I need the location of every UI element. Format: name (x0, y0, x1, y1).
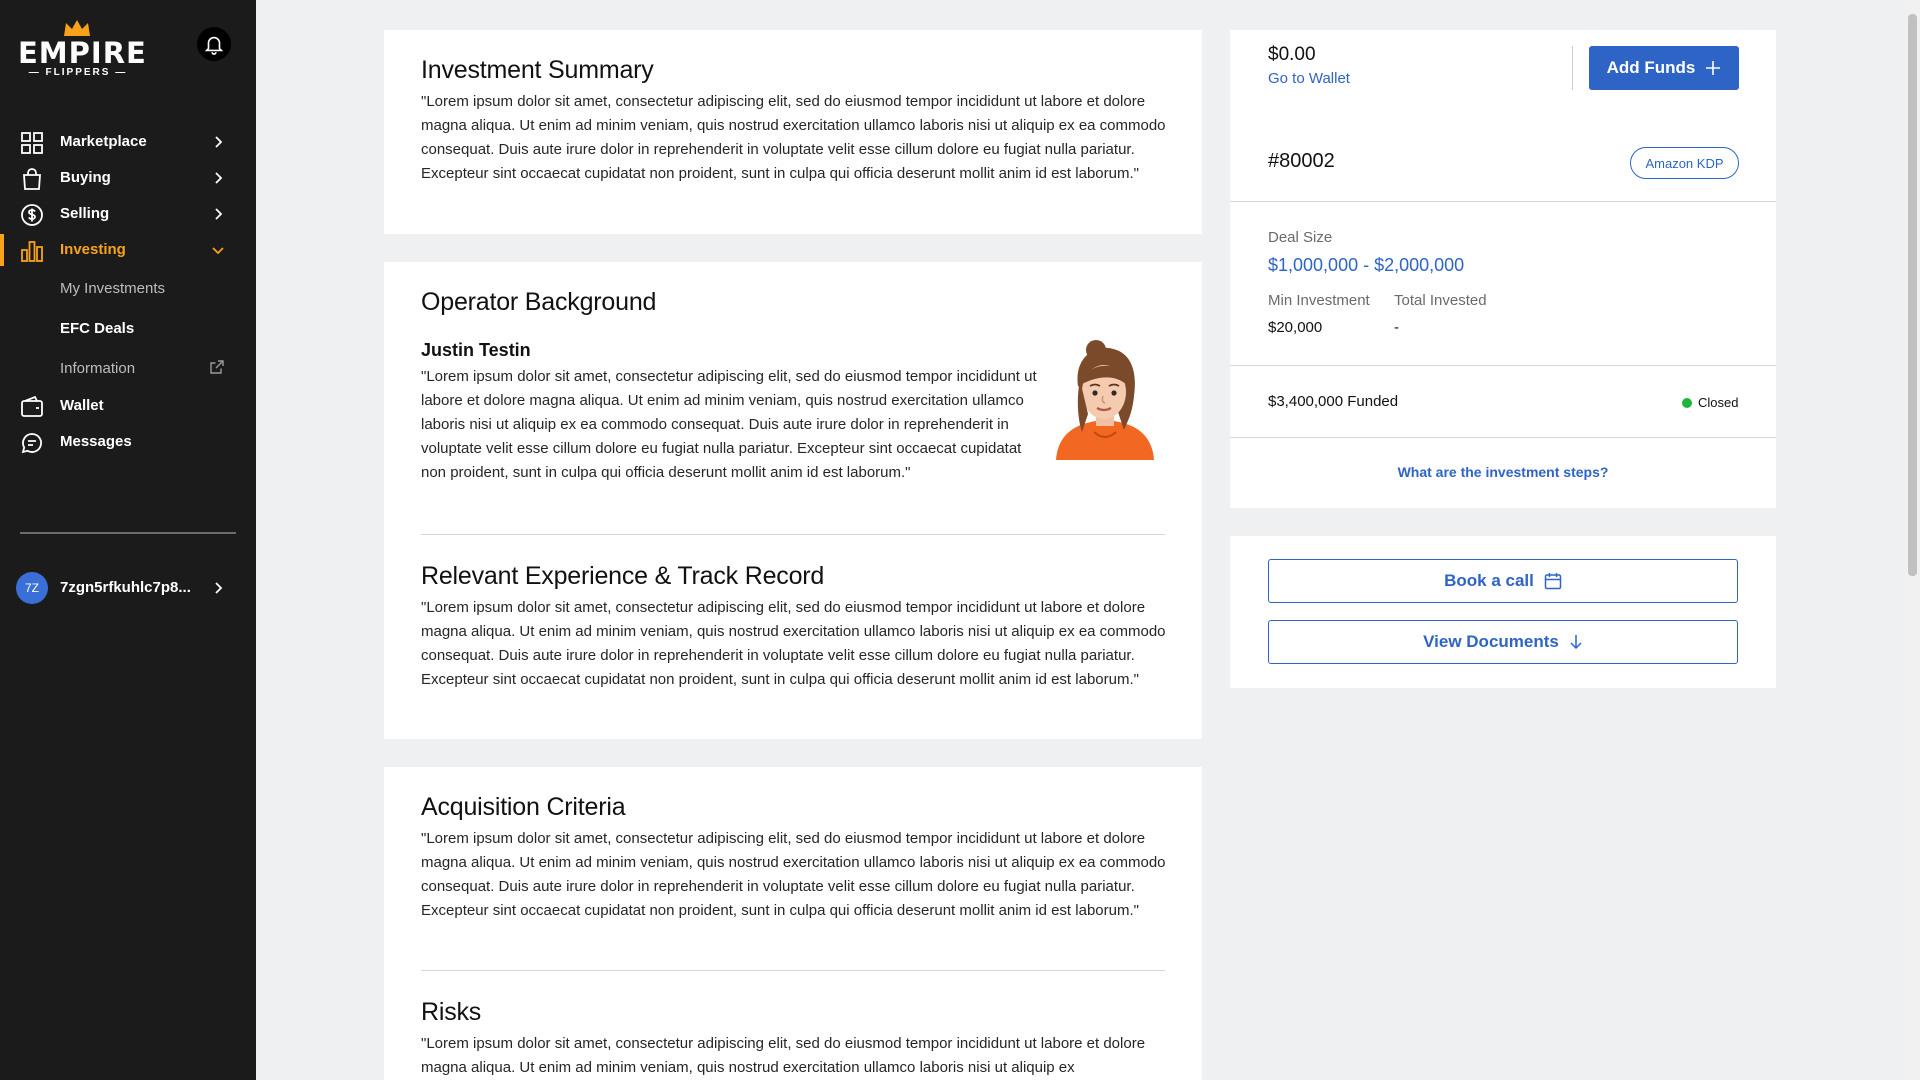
calendar-icon (1544, 573, 1562, 590)
status-dot-icon (1682, 397, 1692, 408)
user-name: 7zgn5rfkuhlc7p8... (60, 579, 191, 596)
operator-name: Justin Testin (421, 340, 531, 360)
total-invested-label: Total Invested (1394, 292, 1487, 309)
external-link-icon (210, 360, 224, 374)
sidebar-subitem-efc-deals[interactable]: EFC Deals (0, 308, 256, 348)
go-to-wallet-link[interactable]: Go to Wallet (1268, 70, 1350, 87)
chevron-right-icon (215, 136, 223, 148)
wallet-divider (1572, 46, 1573, 90)
wallet-card: $0.00 Go to Wallet Add Funds (1230, 30, 1776, 122)
wallet-icon (21, 395, 43, 417)
experience-title: Relevant Experience & Track Record (421, 562, 825, 590)
deal-size-value: $1,000,000 - $2,000,000 (1268, 255, 1465, 275)
logo-wordmark: EMPIRE (18, 36, 147, 70)
book-a-call-label: Book a call (1444, 571, 1534, 590)
operator-portrait-illustration (1056, 340, 1154, 460)
sidebar-subitem-my-investments[interactable]: My Investments (0, 268, 256, 308)
section-divider (1230, 201, 1776, 202)
sidebar-item-label: Buying (60, 169, 111, 186)
add-funds-button[interactable]: Add Funds (1589, 46, 1739, 90)
deal-size-label: Deal Size (1268, 229, 1333, 246)
sidebar-item-label: Selling (60, 205, 110, 222)
operator-bio-text: "Lorem ipsum dolor sit amet, consectetur… (421, 368, 1037, 481)
sidebar-item-selling[interactable]: Selling (0, 196, 256, 232)
sidebar-item-label: Marketplace (60, 133, 147, 150)
sidebar-subitem-information[interactable]: Information (0, 348, 256, 388)
crown-icon (64, 20, 90, 36)
page-scrollbar[interactable] (1905, 0, 1920, 1080)
empire-flippers-logo[interactable]: EMPIRE — FLIPPERS — (18, 18, 147, 80)
avatar: 7Z (16, 572, 48, 604)
deal-details-card: #80002 Amazon KDP Deal Size $1,000,000 -… (1230, 122, 1776, 508)
status-label: Closed (1698, 395, 1739, 410)
section-divider (1230, 437, 1776, 438)
investment-summary-text: "Lorem ipsum dolor sit amet, consectetur… (421, 93, 1166, 182)
sidebar: EMPIRE — FLIPPERS — Marketplace Buying S… (0, 0, 256, 1080)
plus-icon (1706, 61, 1721, 75)
funded-amount: $3,400,000 Funded (1268, 393, 1399, 410)
chevron-right-icon (215, 172, 223, 184)
investment-steps-link[interactable]: What are the investment steps? (1230, 464, 1776, 480)
wallet-balance: $0.00 (1268, 44, 1316, 65)
risks-text: "Lorem ipsum dolor sit amet, consectetur… (421, 1035, 1146, 1076)
acquisition-risks-card: Acquisition Criteria "Lorem ipsum dolor … (384, 767, 1202, 1080)
scrollbar-thumb[interactable] (1908, 14, 1917, 576)
experience-text: "Lorem ipsum dolor sit amet, consectetur… (421, 599, 1166, 688)
operator-background-title: Operator Background (421, 288, 657, 316)
section-divider (421, 534, 1165, 535)
chevron-right-icon (215, 582, 223, 594)
acquisition-criteria-text: "Lorem ipsum dolor sit amet, consectetur… (421, 830, 1166, 919)
sidebar-subitem-label: Information (60, 360, 136, 377)
sidebar-subitem-label: My Investments (60, 280, 166, 297)
add-funds-label: Add Funds (1606, 58, 1696, 77)
view-documents-button[interactable]: View Documents (1268, 620, 1738, 664)
sidebar-divider (20, 532, 236, 534)
logo-subtitle: — FLIPPERS — (28, 67, 128, 78)
min-investment-value: $20,000 (1268, 319, 1323, 336)
bar-chart-icon (21, 241, 43, 262)
dollar-circle-icon (21, 204, 43, 226)
investment-summary-card: Investment Summary "Lorem ipsum dolor si… (384, 30, 1202, 234)
sidebar-item-messages[interactable]: Messages (0, 424, 256, 460)
view-documents-label: View Documents (1423, 632, 1559, 651)
operator-background-card: Operator Background Justin Testin "Lorem… (384, 262, 1202, 739)
sidebar-item-label: Wallet (60, 397, 104, 414)
arrow-down-icon (1570, 635, 1582, 650)
sidebar-item-buying[interactable]: Buying (0, 160, 256, 196)
book-a-call-button[interactable]: Book a call (1268, 559, 1738, 603)
risks-title: Risks (421, 998, 482, 1026)
chat-icon (21, 433, 42, 454)
user-account-menu[interactable]: 7Z 7zgn5rfkuhlc7p8... (0, 570, 256, 606)
deal-id: #80002 (1268, 150, 1335, 172)
total-invested-value: - (1394, 319, 1399, 336)
status-badge: Closed (1682, 395, 1738, 410)
sidebar-item-label: Investing (60, 241, 126, 258)
investment-summary-title: Investment Summary (421, 56, 654, 84)
sidebar-item-wallet[interactable]: Wallet (0, 388, 256, 424)
shopping-bag-icon (23, 168, 41, 190)
sidebar-item-investing[interactable]: Investing (0, 232, 256, 268)
section-divider (421, 970, 1165, 971)
grid-icon (21, 132, 43, 154)
chevron-right-icon (215, 208, 223, 220)
actions-card: Book a call View Documents (1230, 536, 1776, 688)
notifications-bell-icon[interactable] (197, 27, 231, 61)
acquisition-criteria-title: Acquisition Criteria (421, 793, 626, 821)
section-divider (1230, 365, 1776, 366)
sidebar-nav: Marketplace Buying Selling Investing My … (0, 124, 256, 460)
min-investment-label: Min Investment (1268, 292, 1370, 309)
deal-category-tag: Amazon KDP (1630, 147, 1739, 179)
sidebar-item-label: Messages (60, 433, 132, 450)
chevron-down-icon (212, 247, 224, 255)
sidebar-item-marketplace[interactable]: Marketplace (0, 124, 256, 160)
sidebar-subitem-label: EFC Deals (60, 320, 135, 337)
